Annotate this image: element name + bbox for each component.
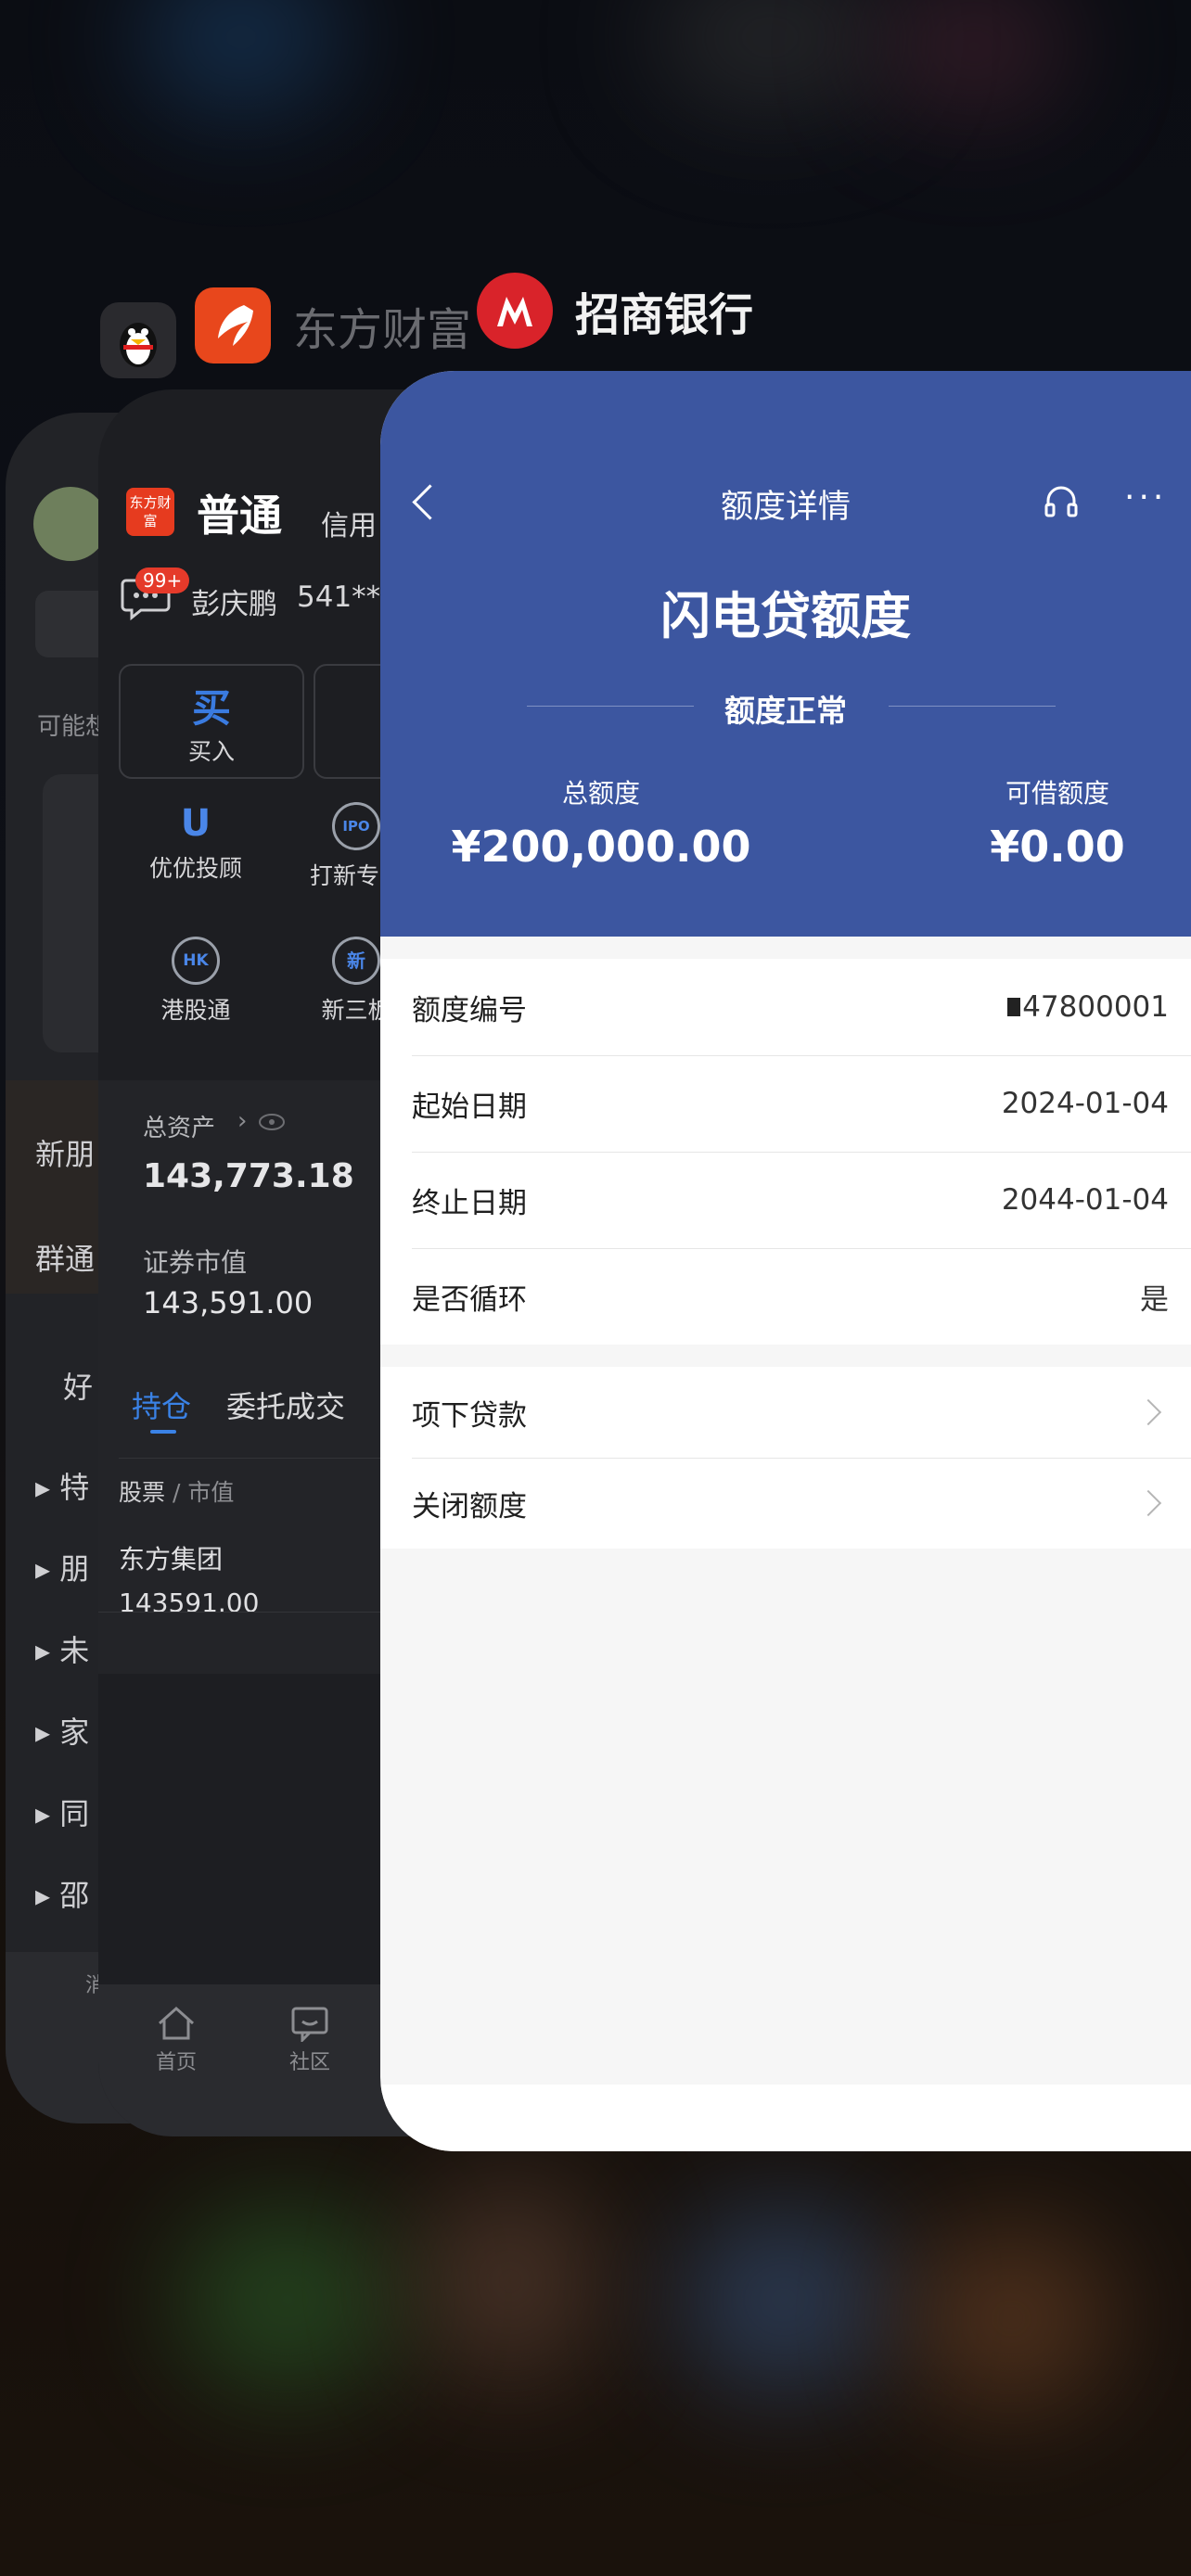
detail-row-start-date: 起始日期 2024-01-04	[380, 1055, 1191, 1152]
detail-label: 起始日期	[412, 1090, 527, 1124]
detail-row-revolving: 是否循环 是	[380, 1248, 1191, 1345]
community-icon	[291, 2007, 328, 2044]
detail-label: 是否循环	[412, 1282, 527, 1317]
detail-value: 2024-01-04	[1001, 1087, 1169, 1120]
link-close-limit[interactable]: 关闭额度	[380, 1458, 1191, 1549]
home-indicator-area	[380, 2085, 1191, 2151]
background-blur	[176, 2207, 399, 2392]
tab-label: 社区	[288, 2051, 330, 2074]
securities-value-label: 证券市值	[143, 1247, 248, 1278]
cmb-icon	[477, 273, 553, 349]
total-assets-label: 总资产	[143, 1115, 216, 1142]
hk-connect-icon: HK	[172, 937, 220, 985]
new-third-board-icon: 新	[332, 937, 380, 985]
divider	[889, 706, 1056, 707]
app-name: 招商银行	[575, 289, 754, 341]
app-name: 东方财富	[293, 304, 472, 356]
feature-label: 优优投顾	[148, 855, 242, 882]
tab-label: 首页	[155, 2051, 197, 2074]
group-item[interactable]: ▸ 朋	[35, 1528, 89, 1610]
more-icon[interactable]: ···	[1124, 478, 1167, 516]
feature-label: 港股通	[160, 997, 231, 1024]
background-blur	[139, 0, 343, 111]
group-header: 好	[63, 1370, 94, 1405]
notification-badge: 99+	[135, 567, 190, 593]
dongfang-caifu-icon	[195, 287, 271, 363]
home-icon	[159, 2006, 194, 2040]
list-item[interactable]: 群通	[35, 1236, 95, 1279]
group-item[interactable]: ▸ 邵	[35, 1855, 89, 1936]
account-type-tab[interactable]: 普通	[197, 482, 282, 543]
cmb-app-card[interactable]: 额度详情 ··· 闪电贷额度 额度正常 总额度 ¥200,000.00 可借额度…	[380, 371, 1191, 2151]
chevron-right-icon	[1134, 1398, 1162, 1426]
tab-community[interactable]: 社区	[273, 2005, 347, 2075]
credit-tab[interactable]: 信用	[321, 503, 377, 543]
tab-orders[interactable]: 委托成交	[226, 1384, 345, 1426]
table-header: 股票 / 市值	[119, 1479, 235, 1506]
avatar	[33, 487, 108, 561]
holding-value: 143591.00	[119, 1588, 260, 1618]
customer-service-icon[interactable]	[1043, 484, 1080, 525]
detail-label: 终止日期	[412, 1186, 527, 1220]
feature-hk-connect[interactable]: HK 港股通	[135, 937, 256, 1026]
qq-app-label[interactable]	[100, 302, 176, 378]
chevron-right-icon	[1134, 1489, 1162, 1517]
available-limit-value: ¥0.00	[990, 822, 1125, 872]
chevron-right-icon[interactable]: ›	[237, 1107, 247, 1135]
tab-holdings[interactable]: 持仓	[132, 1384, 191, 1426]
total-limit-label: 总额度	[561, 778, 640, 809]
dongfang-logo: 东方财富	[126, 488, 174, 536]
group-item[interactable]: ▸ 未	[35, 1610, 89, 1691]
detail-value: 47800001	[1007, 990, 1169, 1024]
buy-char: 买	[191, 685, 231, 731]
group-list: ▸ 特 ▸ 朋 ▸ 未 ▸ 家 ▸ 同 ▸ 邵	[35, 1447, 89, 1936]
cmb-app-label[interactable]: 招商银行	[477, 273, 753, 349]
column-header: 市值	[187, 1479, 235, 1506]
background-blur	[417, 2179, 603, 2383]
detail-value: 是	[1140, 1282, 1169, 1317]
feature-uu-advisor[interactable]: U 优优投顾	[135, 802, 256, 884]
background-blur	[881, 0, 1067, 111]
qq-penguin-icon	[100, 302, 176, 378]
list-item[interactable]: 新朋	[35, 1131, 95, 1174]
tab-home[interactable]: 首页	[139, 2005, 213, 2075]
table-row[interactable]: 东方集团 143591.00	[119, 1539, 259, 1618]
detail-label: 额度编号	[412, 993, 527, 1027]
securities-value: 143,591.00	[143, 1285, 314, 1320]
background-blur	[649, 0, 890, 111]
user-name: 彭庆鹏	[191, 588, 277, 621]
background-blur	[909, 2225, 1113, 2411]
group-item[interactable]: ▸ 家	[35, 1691, 89, 1773]
background-blur	[677, 2207, 890, 2392]
detail-value: 2044-01-04	[1001, 1183, 1169, 1217]
detail-row-end-date: 终止日期 2044-01-04	[380, 1152, 1191, 1248]
group-item[interactable]: ▸ 特	[35, 1447, 89, 1528]
uu-advisor-icon: U	[180, 802, 211, 845]
ipo-icon: IPO	[332, 802, 380, 850]
link-label: 项下贷款	[412, 1398, 527, 1433]
buy-button[interactable]: 买 买入	[119, 664, 304, 779]
buy-label: 买入	[187, 738, 235, 765]
tab-indicator	[150, 1430, 176, 1434]
group-item[interactable]: ▸ 同	[35, 1773, 89, 1855]
dongfang-app-label[interactable]: 东方财富	[195, 287, 471, 363]
total-limit-value: ¥200,000.00	[451, 822, 751, 872]
holding-name: 东方集团	[119, 1544, 224, 1575]
link-label: 关闭额度	[412, 1489, 527, 1524]
total-assets-value: 143,773.18	[143, 1157, 354, 1195]
status-badge: 额度正常	[724, 693, 847, 729]
column-header: 股票	[119, 1479, 166, 1506]
detail-row-limit-number: 额度编号 47800001	[380, 959, 1191, 1055]
eye-icon[interactable]	[258, 1113, 286, 1135]
available-limit-label: 可借额度	[1005, 778, 1109, 809]
link-sub-loans[interactable]: 项下贷款	[380, 1367, 1191, 1458]
hero-title: 闪电贷额度	[660, 587, 911, 645]
